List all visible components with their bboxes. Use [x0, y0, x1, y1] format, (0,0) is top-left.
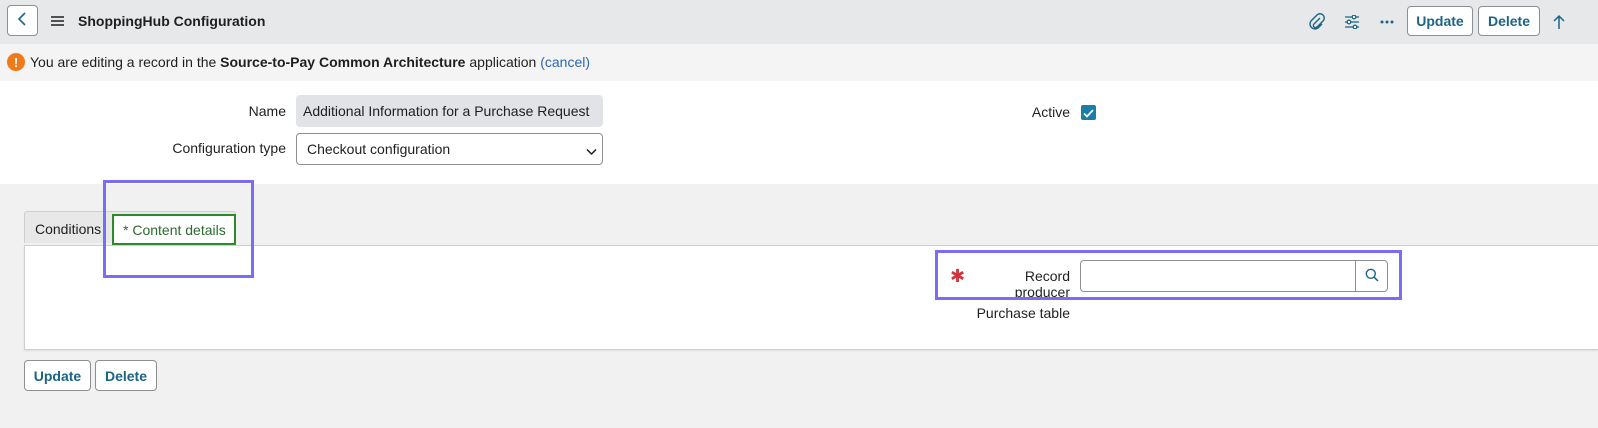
content-details-tab-highlight — [103, 180, 254, 278]
active-label: Active — [1031, 104, 1070, 120]
chevron-left-icon — [17, 12, 29, 29]
update-button[interactable]: Update — [1407, 6, 1473, 36]
purchase-table-label: Purchase table — [976, 305, 1070, 321]
name-field[interactable]: Additional Information for a Purchase Re… — [296, 95, 603, 127]
active-checkbox[interactable] — [1081, 105, 1096, 120]
arrow-up-icon[interactable] — [1549, 12, 1569, 32]
page-title: ShoppingHub Configuration — [78, 13, 266, 29]
back-button[interactable] — [7, 5, 38, 36]
application-name: Source-to-Pay Common Architecture — [220, 54, 466, 70]
footer-update-button[interactable]: Update — [24, 360, 91, 391]
configuration-type-select[interactable]: Checkout configuration — [296, 133, 603, 165]
delete-button[interactable]: Delete — [1478, 6, 1540, 36]
hamburger-menu-icon[interactable] — [51, 13, 65, 29]
cancel-link[interactable]: (cancel) — [540, 54, 590, 70]
edit-notice-text: You are editing a record in the Source-t… — [30, 54, 590, 70]
record-form: Name Additional Information for a Purcha… — [0, 81, 1598, 184]
tab-conditions[interactable]: Conditions — [35, 221, 101, 237]
edit-notice-banner: ! You are editing a record in the Source… — [0, 44, 1598, 81]
settings-sliders-icon[interactable] — [1342, 12, 1362, 32]
footer-delete-button[interactable]: Delete — [95, 360, 157, 391]
more-options-icon[interactable] — [1377, 12, 1397, 32]
checkmark-icon — [1083, 105, 1094, 121]
configuration-type-label: Configuration type — [172, 140, 286, 156]
record-producer-highlight — [935, 250, 1402, 300]
form-header: ShoppingHub Configuration Update Delete — [0, 0, 1598, 44]
configuration-type-value: Checkout configuration — [307, 141, 451, 157]
name-label: Name — [248, 103, 286, 119]
warning-icon: ! — [7, 53, 25, 71]
chevron-down-icon — [586, 143, 597, 159]
paperclip-icon[interactable] — [1307, 12, 1327, 32]
